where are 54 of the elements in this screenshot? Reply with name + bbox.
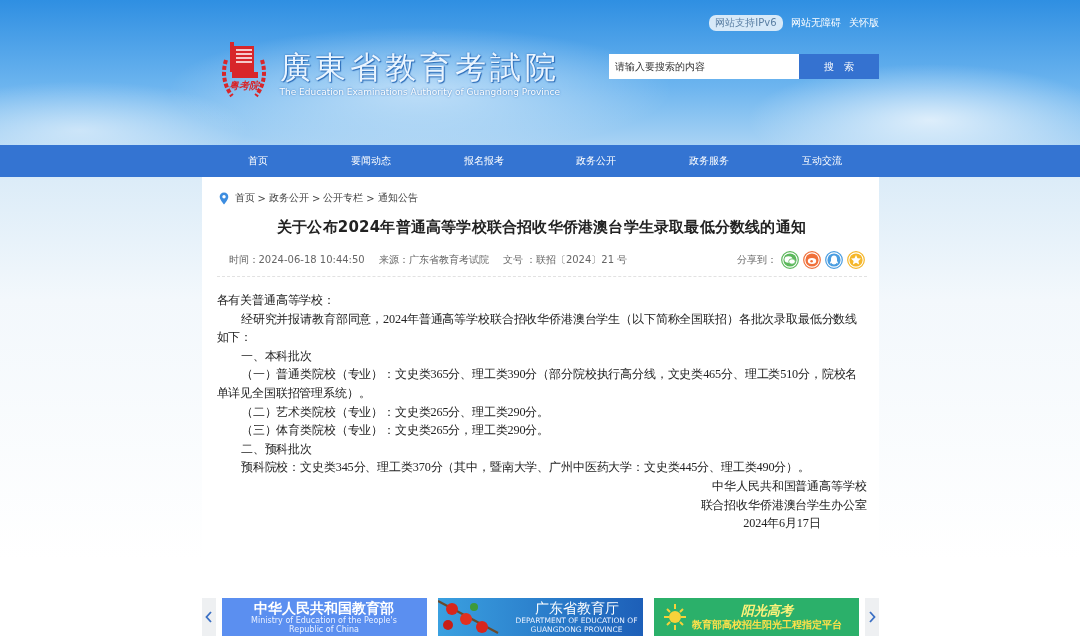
search-field[interactable]: 请输入要搜索的内容 <box>608 54 799 79</box>
banner-subtitle: 教育部高校招生阳光工程指定平台 <box>691 619 842 631</box>
previous-button[interactable] <box>201 598 216 636</box>
signature-line: 中华人民共和国普通高等学校 <box>711 477 867 495</box>
logo-emblem: 粤考院 <box>215 40 272 104</box>
sun-icon <box>661 602 688 632</box>
site-title: 廣東省教育考試院 <box>279 48 561 87</box>
banner-title: 广东省教育厅 <box>534 600 619 616</box>
breadcrumb-separator: > <box>311 192 321 204</box>
article-title: 关于公布2024年普通高等学校联合招收华侨港澳台学生录取最低分数线的通知 <box>276 218 807 237</box>
nav-item[interactable]: 要闻动态 <box>314 145 428 177</box>
body-paragraph: （一）普通类院校（专业）：文史类365分、理工类390分（部分院校执行高分线，文史类465分、理工类510分，院校名单详见全国联招管理系统）。 <box>216 366 859 402</box>
signature-line: 2024年6月17日 <box>742 515 822 533</box>
nav-item[interactable]: 政务服务 <box>652 145 766 177</box>
breadcrumb-separator: > <box>366 192 375 204</box>
star-icon[interactable] <box>846 251 865 269</box>
site-subtitle: The Education Examinations Authority of Guangdong Province <box>279 87 561 97</box>
body-paragraph: 各有关普通高等学校： <box>216 292 336 309</box>
nav-item[interactable]: 互动交流 <box>765 145 879 177</box>
search-button[interactable]: 搜 索 <box>798 54 879 79</box>
breadcrumb-link[interactable]: 首页 <box>234 191 255 205</box>
top-link[interactable]: 关怀版 <box>848 16 879 30</box>
breadcrumb-link[interactable]: 通知公告 <box>377 191 418 205</box>
link-banner[interactable]: 中华人民共和国教育部 Ministry of Education of the People's Republic of China <box>221 598 427 636</box>
body-paragraph: 预科院校：文史类345分、理工类370分（其中，暨南大学、广州中医药大学：文史类445分、理工类490分）。 <box>239 459 811 477</box>
nav-item[interactable]: 报名报考 <box>427 145 540 177</box>
article-meta: 时间：2024-06-18 10:44:50 <box>228 253 365 267</box>
body-paragraph: （二）艺术类院校（专业）：文史类265分、理工类290分。 <box>239 403 551 421</box>
ipv6-badge[interactable]: 网站支持IPv6 <box>709 15 783 31</box>
share-label: 分享到： <box>736 253 777 267</box>
eye-icon[interactable] <box>802 251 821 269</box>
banner-subtitle: Ministry of Education of the People's Republic of China <box>250 616 398 634</box>
article-meta: 来源：广东省教育考试院 <box>378 253 489 267</box>
body-paragraph: 经研究并报请教育部同意，2024年普通高等学校联合招收华侨港澳台学生（以下简称全国联招）各批次录取最低分数线如下： <box>216 310 859 347</box>
signature-line: 联合招收华侨港澳台学生办公室 <box>699 496 867 514</box>
chat-bubble-icon[interactable] <box>780 251 799 269</box>
article-meta: 文号 ：联招〔2024〕21 号 <box>502 253 628 267</box>
breadcrumb-link[interactable]: 政务公开 <box>268 191 309 205</box>
next-button[interactable] <box>864 598 879 636</box>
body-paragraph: 二、预科批次 <box>239 440 313 458</box>
location-icon <box>218 191 229 205</box>
nav-item[interactable]: 政务公开 <box>540 145 653 177</box>
breadcrumb-link[interactable]: 公开专栏 <box>323 191 364 205</box>
body-paragraph: 一、本科批次 <box>239 347 313 365</box>
banner-title: 阳光高考 <box>740 603 793 619</box>
link-banner[interactable]: 阳光高考 教育部高校招生阳光工程指定平台 <box>653 598 859 636</box>
chevron-left-icon <box>204 611 213 623</box>
top-link[interactable]: 网站无障碍 <box>790 16 841 30</box>
chevron-right-icon <box>867 611 876 623</box>
body-paragraph: （三）体育类院校（专业）：文史类265分，理工类290分。 <box>239 422 551 440</box>
nav-item[interactable]: 首页 <box>201 145 315 177</box>
banner-title: 中华人民共和国教育部 <box>254 600 394 616</box>
penguin-icon[interactable] <box>824 251 843 269</box>
breadcrumb-separator: > <box>257 192 266 204</box>
